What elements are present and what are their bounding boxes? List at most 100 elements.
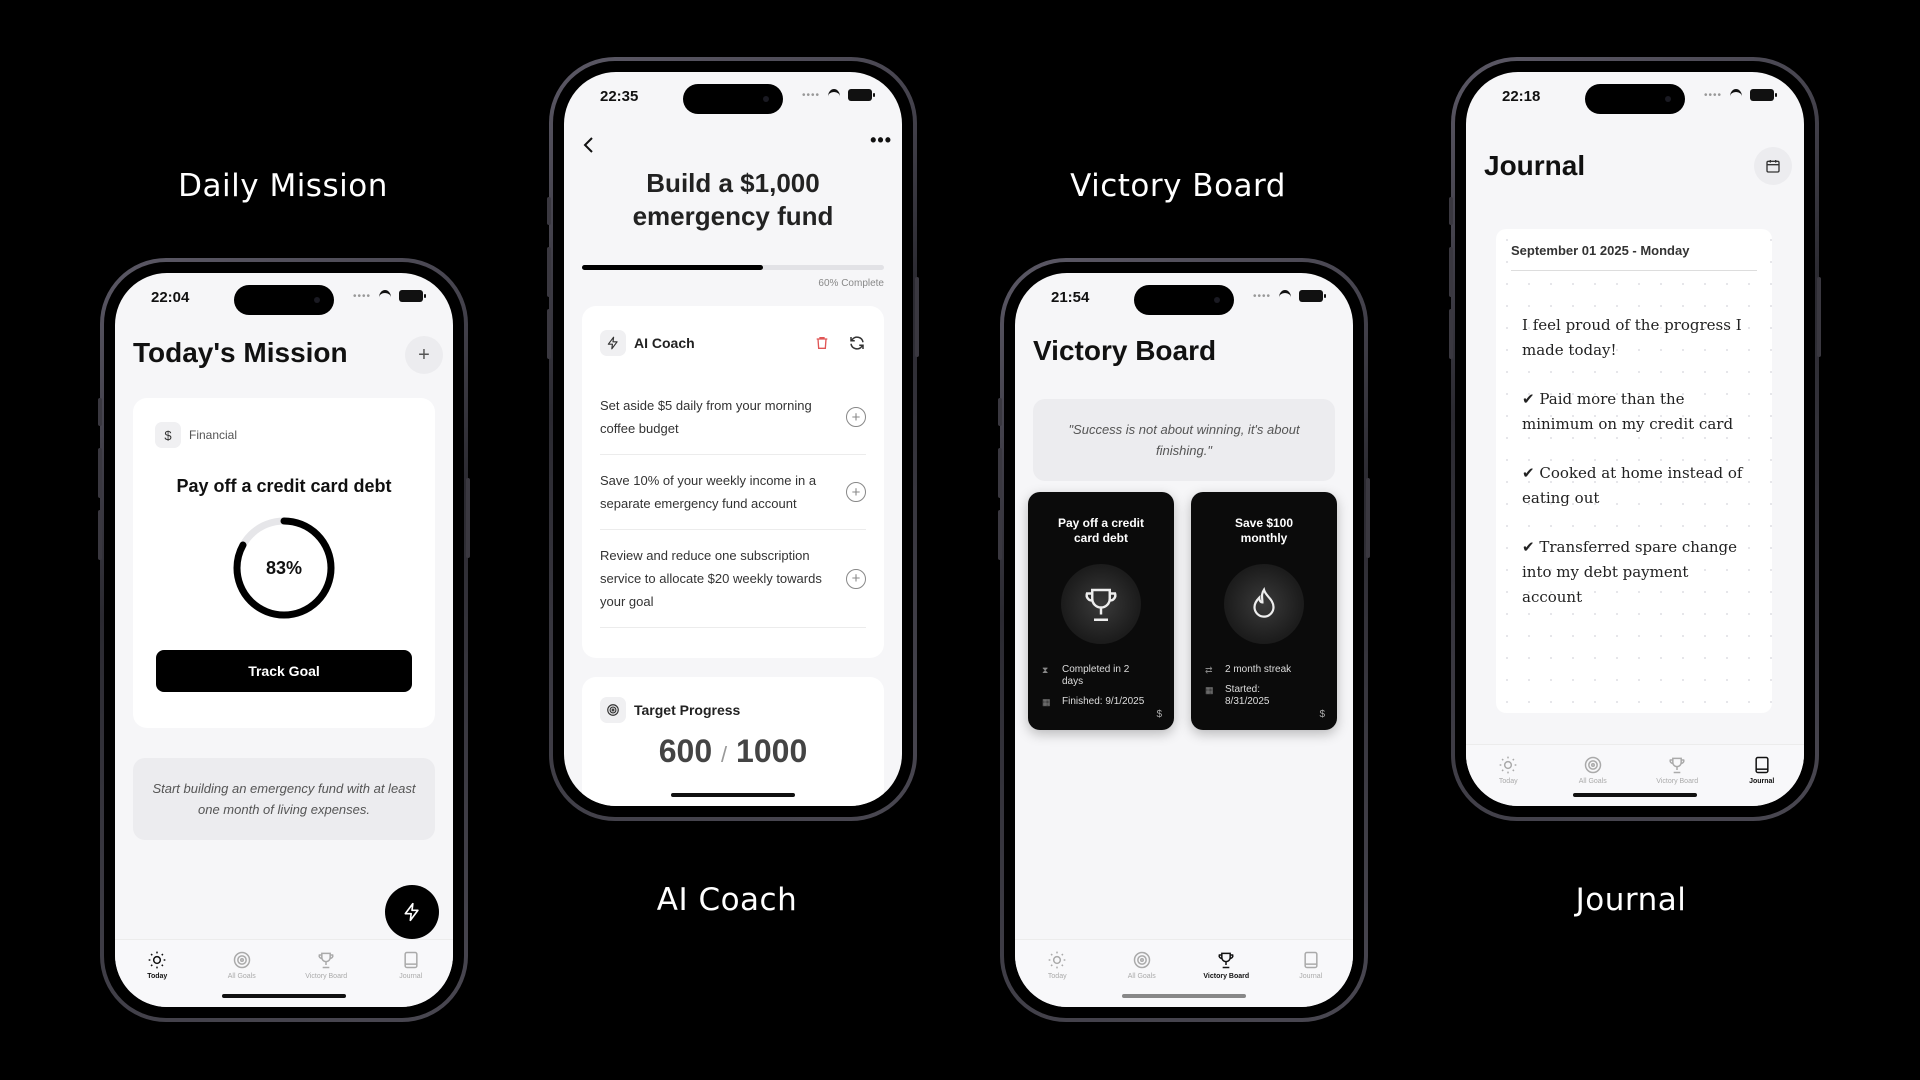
journal-line: I feel proud of the progress I made toda…: [1522, 316, 1742, 359]
page-title: Today's Mission: [133, 337, 348, 368]
page-title: Victory Board: [1033, 335, 1217, 366]
phone-journal: 22:18 •••• Journal September 01 2025 - M…: [1449, 57, 1821, 821]
trophy-icon: [1218, 952, 1234, 969]
currency-badge: $: [1156, 709, 1162, 720]
journal-line: ✔ Cooked at home instead of eating out: [1522, 464, 1743, 507]
victory-card[interactable]: Pay off a credit card debt ⧗ Completed i…: [1028, 492, 1174, 730]
calendar-button[interactable]: [1754, 147, 1792, 185]
home-indicator: [222, 994, 346, 998]
plus-icon: +: [851, 570, 861, 587]
refresh-icon[interactable]: [848, 334, 866, 352]
status-icons: ••••: [1253, 290, 1326, 302]
status-bar: 22:04 ••••: [115, 273, 453, 323]
battery-icon: [1750, 89, 1777, 101]
journal-line: ✔ Transferred spare change into my debt …: [1522, 538, 1738, 606]
tab-journal[interactable]: Journal: [371, 950, 451, 1007]
tab-victory-board[interactable]: Victory Board: [286, 950, 366, 1007]
add-goal-button[interactable]: +: [405, 336, 443, 374]
tab-today[interactable]: Today: [117, 950, 197, 1007]
signal-icon: ••••: [1703, 89, 1722, 101]
journal-entry[interactable]: September 01 2025 - Monday I feel proud …: [1496, 229, 1772, 713]
suggestion-item: Set aside $5 daily from your morning cof…: [600, 380, 866, 455]
tab-label: Victory Board: [305, 973, 348, 980]
status-time: 22:18: [1502, 88, 1541, 105]
victory-date: Started: 8/31/2025: [1225, 684, 1270, 707]
target-progress-value: 600 / 1000: [600, 733, 866, 770]
status-bar: 22:35 ••••: [564, 72, 902, 122]
tab-label: All Goals: [227, 973, 256, 980]
wifi-icon: [1277, 290, 1293, 302]
victory-stat: 2 month streak: [1225, 664, 1292, 675]
category-label: Financial: [189, 428, 238, 442]
ai-coach-card: AI Coach Set aside $5 daily from your mo…: [582, 306, 884, 658]
home-indicator: [1573, 793, 1697, 797]
suggestion-text: Save 10% of your weekly income in a sepa…: [600, 473, 817, 511]
signal-icon: ••••: [352, 290, 371, 302]
category-chip: $ Financial: [155, 422, 237, 448]
sun-icon: [1048, 951, 1066, 969]
caption-daily-mission: Daily Mission: [178, 168, 388, 204]
book-icon: [404, 951, 418, 969]
caption-victory-board: Victory Board: [1070, 168, 1286, 204]
mission-card[interactable]: $ Financial Pay off a credit card debt 8…: [133, 398, 435, 728]
suggestion-text: Set aside $5 daily from your morning cof…: [600, 398, 812, 436]
tab-victory-board[interactable]: Victory Board: [1186, 950, 1266, 1007]
back-button[interactable]: [582, 134, 596, 160]
tab-today[interactable]: Today: [1017, 950, 1097, 1007]
status-icons: ••••: [801, 89, 875, 101]
tab-journal[interactable]: Journal: [1271, 950, 1351, 1007]
journal-body[interactable]: I feel proud of the progress I made toda…: [1496, 271, 1772, 610]
target-progress-title: Target Progress: [634, 702, 741, 718]
tab-victory-board[interactable]: Victory Board: [1637, 755, 1717, 806]
trash-icon[interactable]: [814, 335, 830, 351]
track-goal-button[interactable]: Track Goal: [156, 650, 412, 692]
sun-icon: [148, 951, 166, 969]
progress-ring: 83%: [232, 516, 336, 620]
victory-card[interactable]: Save $100 monthly ⇄ 2 month streak ▦ Sta…: [1191, 492, 1337, 730]
dollar-icon: $: [155, 422, 181, 448]
lightning-icon: [600, 330, 626, 356]
tab-all-goals[interactable]: All Goals: [1553, 755, 1633, 806]
lightning-icon: [404, 902, 419, 922]
progress-percent: 83%: [265, 557, 303, 578]
more-button[interactable]: •••: [870, 130, 892, 151]
goal-title: Build a $1,000 emergency fund: [632, 168, 834, 231]
add-suggestion-button[interactable]: +: [846, 568, 866, 589]
tab-all-goals[interactable]: All Goals: [202, 950, 282, 1007]
quick-action-button[interactable]: [385, 885, 439, 939]
tab-label: All Goals: [1578, 778, 1607, 785]
dynamic-island: [1134, 285, 1234, 315]
plus-icon: +: [418, 343, 430, 366]
victory-date-row: ▦ Finished: 9/1/2025: [1028, 696, 1174, 708]
target-icon: [600, 697, 626, 723]
target-progress-header: Target Progress: [600, 697, 740, 723]
status-time: 21:54: [1051, 289, 1090, 306]
tab-today[interactable]: Today: [1468, 755, 1548, 806]
dynamic-island: [683, 84, 783, 114]
victory-card-title: Save $100 monthly: [1234, 516, 1294, 545]
add-suggestion-button[interactable]: +: [846, 482, 866, 502]
book-icon: [1304, 951, 1318, 969]
status-bar: 22:18 ••••: [1466, 72, 1804, 122]
ai-coach-header: AI Coach: [600, 330, 695, 356]
tab-journal[interactable]: Journal: [1722, 755, 1802, 806]
calendar-icon: ▦: [1042, 697, 1051, 707]
signal-icon: ••••: [801, 89, 820, 101]
victory-stat: Completed in 2 days: [1062, 664, 1130, 687]
tab-label: Today: [1047, 973, 1067, 980]
add-suggestion-button[interactable]: +: [846, 407, 866, 427]
status-icons: ••••: [1703, 89, 1777, 101]
target-icon: [1584, 756, 1601, 774]
screen-today: 22:04 •••• Today's Mission + $ Financial…: [115, 273, 453, 1007]
victory-card-title: Pay off a credit card debt: [1057, 516, 1145, 545]
tab-label: Journal: [1299, 973, 1323, 980]
tab-label: Today: [147, 973, 168, 980]
phone-daily-mission: 22:04 •••• Today's Mission + $ Financial…: [98, 258, 470, 1022]
caption-ai-coach: AI Coach: [656, 882, 798, 918]
quote-card: "Success is not about winning, it's abou…: [1033, 399, 1335, 481]
tab-all-goals[interactable]: All Goals: [1102, 950, 1182, 1007]
progress-label: 60% Complete: [818, 278, 884, 289]
trophy-icon: [1085, 588, 1117, 621]
journal-line: ✔ Paid more than the minimum on my credi…: [1522, 390, 1734, 433]
victory-stat-row: ⇄ 2 month streak: [1191, 664, 1337, 676]
